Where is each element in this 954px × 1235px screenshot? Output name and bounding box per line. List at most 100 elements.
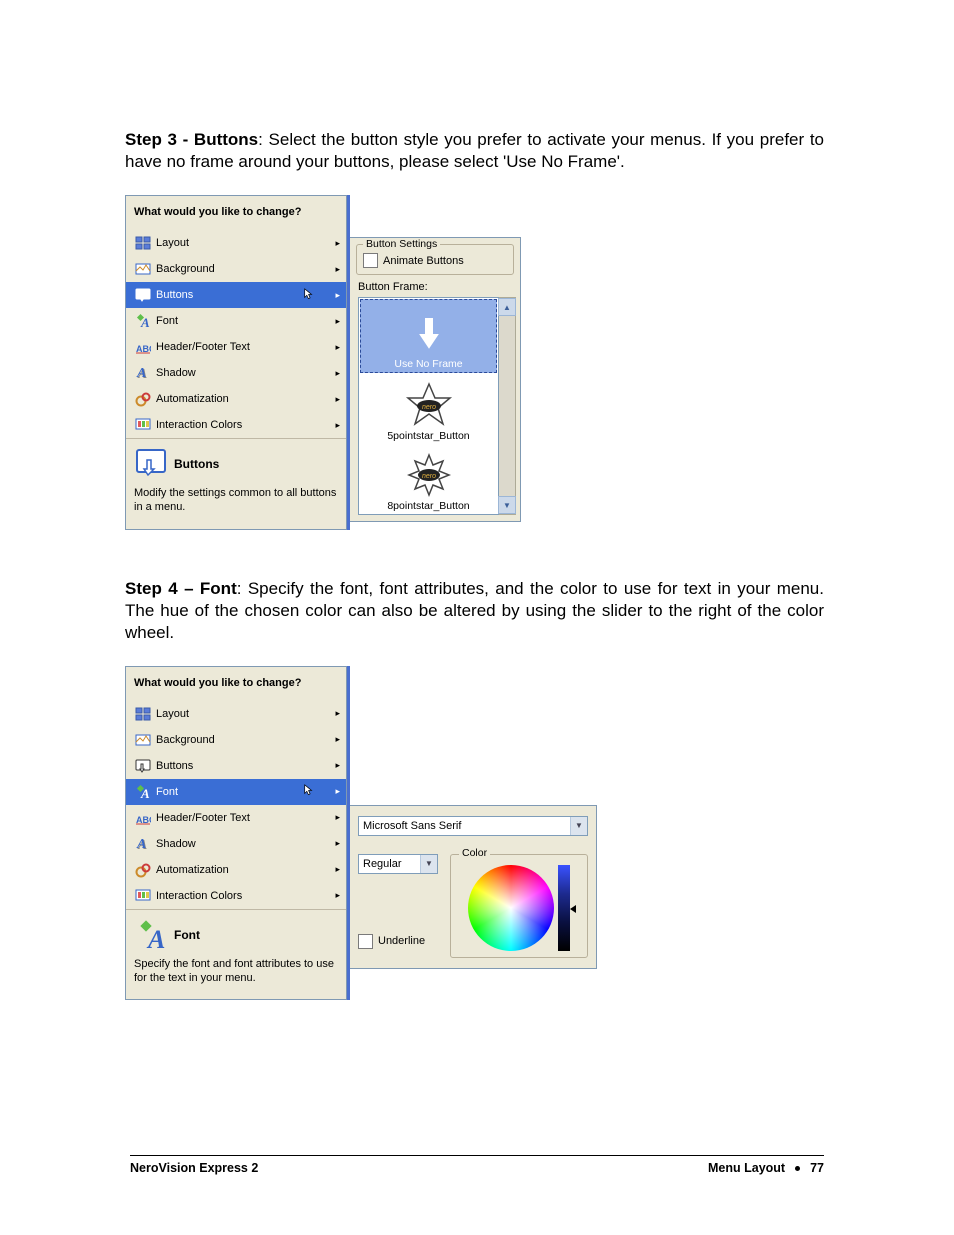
- page-footer: NeroVision Express 2 Menu Layout 77: [130, 1155, 824, 1175]
- menu-item-label: Interaction Colors: [156, 419, 335, 431]
- layout-icon: [134, 234, 152, 252]
- animate-buttons-checkbox[interactable]: [363, 253, 378, 268]
- underline-checkbox[interactable]: [358, 934, 373, 949]
- menu-item-automatization[interactable]: Automatization▸: [126, 386, 346, 412]
- font-style-dropdown[interactable]: Regular ▼: [358, 854, 438, 874]
- button-settings-group: Button Settings Animate Buttons: [356, 244, 514, 275]
- menu-heading: What would you like to change?: [126, 667, 346, 701]
- submenu-arrow-icon: ▸: [335, 316, 340, 327]
- menu-item-label: Layout: [156, 237, 335, 249]
- menu-item-label: Automatization: [156, 864, 335, 876]
- color-wheel[interactable]: [468, 865, 554, 951]
- submenu-arrow-icon: ▸: [335, 264, 340, 275]
- submenu-arrow-icon: ▸: [335, 812, 340, 823]
- menu-item-label: Header/Footer Text: [156, 812, 335, 824]
- color-group-title: Color: [459, 847, 490, 859]
- menu-info-box: A Font Specify the font and font attribu…: [126, 909, 346, 1000]
- animate-buttons-label: Animate Buttons: [383, 255, 464, 267]
- animate-buttons-row[interactable]: Animate Buttons: [363, 253, 507, 268]
- menu-item-header-footer-text[interactable]: ABC Header/Footer Text▸: [126, 805, 346, 831]
- hue-slider[interactable]: [558, 865, 570, 951]
- button-settings-panel: Button Settings Animate Buttons Button F…: [350, 237, 521, 522]
- menu-item-label: Automatization: [156, 393, 335, 405]
- submenu-arrow-icon: ▸: [335, 760, 340, 771]
- submenu-arrow-icon: ▸: [335, 864, 340, 875]
- menu-item-layout[interactable]: Layout▸: [126, 230, 346, 256]
- font-name-dropdown[interactable]: Microsoft Sans Serif ▼: [358, 816, 588, 836]
- footer-product: NeroVision Express 2: [130, 1161, 708, 1175]
- menu-item-layout[interactable]: Layout▸: [126, 701, 346, 727]
- frame-caption: Use No Frame: [361, 358, 496, 370]
- menu-item-background[interactable]: Background▸: [126, 727, 346, 753]
- menu-info-desc: Modify the settings common to all button…: [134, 487, 338, 515]
- chevron-down-icon[interactable]: ▼: [570, 817, 587, 835]
- shadow-icon: AA: [134, 835, 152, 853]
- cursor-icon: [303, 784, 315, 799]
- menu-info-title: Buttons: [174, 457, 219, 471]
- menu-item-label: Font: [156, 315, 335, 327]
- frame-thumb-icon: nero: [398, 380, 460, 428]
- bullet-icon: [795, 1166, 800, 1171]
- menu-panel: What would you like to change? Layout▸Ba…: [125, 666, 347, 1001]
- buttons-icon: [134, 286, 152, 304]
- font-name-value: Microsoft Sans Serif: [363, 820, 461, 832]
- scroll-down-icon[interactable]: ▼: [498, 496, 516, 514]
- button-frame-list[interactable]: Use No Framenero5pointstar_Buttonnero8po…: [358, 297, 499, 515]
- buttons-large-icon: [134, 447, 168, 481]
- submenu-arrow-icon: ▸: [335, 290, 340, 301]
- menu-item-header-footer-text[interactable]: ABCHeader/Footer Text▸: [126, 334, 346, 360]
- submenu-arrow-icon: ▸: [335, 420, 340, 431]
- menu-item-interaction-colors[interactable]: Interaction Colors▸: [126, 883, 346, 909]
- menu-item-font[interactable]: AFont▸: [126, 308, 346, 334]
- svg-text:A: A: [146, 925, 165, 952]
- menu-panel: What would you like to change? Layout▸Ba…: [125, 195, 347, 530]
- menu-item-shadow[interactable]: AAShadow▸: [126, 360, 346, 386]
- menu-item-buttons[interactable]: Buttons ▸: [126, 282, 346, 308]
- menu-item-shadow[interactable]: AAShadow▸: [126, 831, 346, 857]
- submenu-arrow-icon: ▸: [335, 238, 340, 249]
- screenshot-font: What would you like to change? Layout▸Ba…: [125, 666, 824, 1001]
- footer-page: 77: [810, 1161, 824, 1175]
- button-frame-item[interactable]: nero5pointstar_Button: [359, 374, 498, 444]
- frame-caption: 8pointstar_Button: [359, 500, 498, 512]
- frame-thumb-icon: [398, 308, 460, 356]
- header-footer-text-icon: ABC: [134, 809, 152, 827]
- background-icon: [134, 260, 152, 278]
- menu-item-font[interactable]: AFont▸: [126, 779, 346, 805]
- menu-item-label: Layout: [156, 708, 335, 720]
- step3-paragraph: Step 3 - Buttons: Select the button styl…: [125, 129, 824, 173]
- automatization-icon: [134, 390, 152, 408]
- underline-row[interactable]: Underline: [358, 934, 442, 949]
- button-frame-item[interactable]: nero 8pointstar_Button: [359, 444, 498, 514]
- menu-item-label: Background: [156, 734, 335, 746]
- menu-info-box: Buttons Modify the settings common to al…: [126, 438, 346, 529]
- menu-item-label: Buttons: [156, 289, 303, 301]
- interaction-colors-icon: [134, 416, 152, 434]
- menu-item-buttons[interactable]: Buttons▸: [126, 753, 346, 779]
- submenu-arrow-icon: ▸: [335, 734, 340, 745]
- menu-item-interaction-colors[interactable]: Interaction Colors▸: [126, 412, 346, 438]
- cursor-icon: [303, 288, 315, 303]
- shadow-icon: AA: [134, 364, 152, 382]
- scrollbar[interactable]: ▲ ▼: [499, 297, 516, 515]
- menu-item-label: Shadow: [156, 838, 335, 850]
- step4-heading: Step 4 – Font: [125, 579, 237, 598]
- menu-item-automatization[interactable]: Automatization▸: [126, 857, 346, 883]
- menu-info-title: Font: [174, 928, 200, 942]
- buttons-icon: [134, 757, 152, 775]
- menu-item-label: Interaction Colors: [156, 890, 335, 902]
- hue-marker-icon[interactable]: [570, 905, 576, 913]
- footer-rule: [130, 1155, 824, 1156]
- menu-item-background[interactable]: Background▸: [126, 256, 346, 282]
- menu-item-label: Font: [156, 786, 303, 798]
- menu-heading: What would you like to change?: [126, 196, 346, 230]
- layout-icon: [134, 705, 152, 723]
- chevron-down-icon[interactable]: ▼: [420, 855, 437, 873]
- svg-text:A: A: [136, 366, 146, 381]
- scroll-up-icon[interactable]: ▲: [498, 298, 516, 316]
- step3-heading: Step 3 - Buttons: [125, 130, 258, 149]
- button-frame-item[interactable]: Use No Frame: [360, 299, 497, 373]
- submenu-arrow-icon: ▸: [335, 394, 340, 405]
- svg-text:nero: nero: [421, 473, 435, 480]
- menu-item-label: Header/Footer Text: [156, 341, 335, 353]
